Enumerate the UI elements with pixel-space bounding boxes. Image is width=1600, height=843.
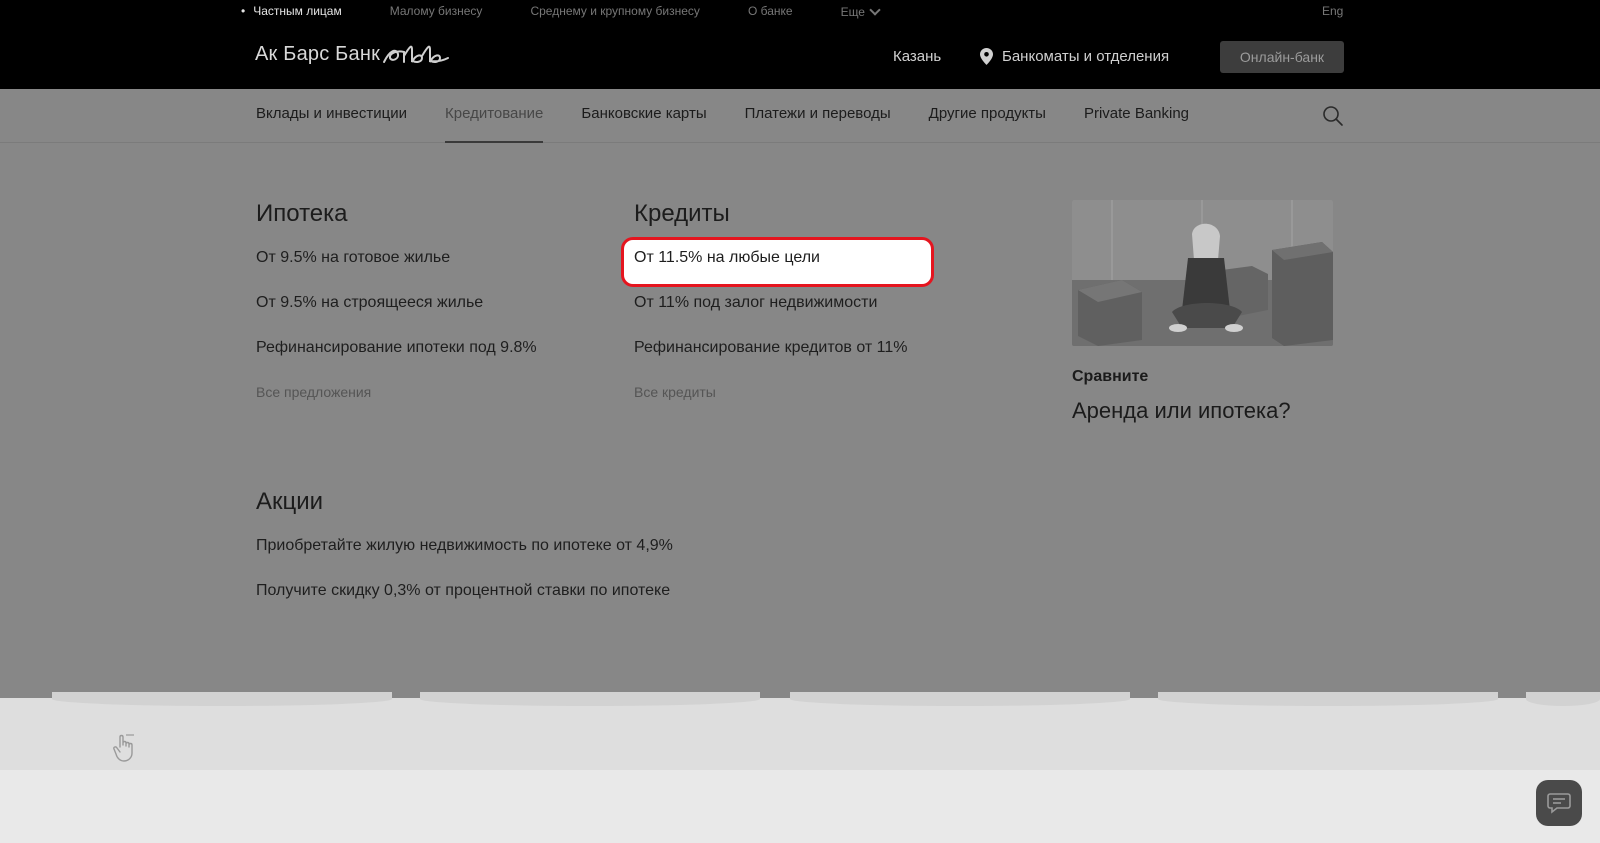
chat-button[interactable]: [1536, 780, 1582, 826]
promos-title: Акции: [256, 488, 324, 515]
nav-private-banking[interactable]: Private Banking: [1084, 89, 1189, 143]
promos-column: Акции Приобретайте жилую недвижимость по…: [256, 488, 673, 599]
promo-link-1[interactable]: Приобретайте жилую недвижимость по ипоте…: [256, 537, 673, 555]
promo-link-2[interactable]: Получите скидку 0,3% от процентной ставк…: [256, 582, 670, 600]
nav-other-products[interactable]: Другие продукты: [929, 89, 1046, 143]
logo-text: Ак Барс Банк: [255, 43, 381, 65]
feature-photo: [1072, 200, 1333, 346]
atm-link[interactable]: Банкоматы и отделения: [980, 48, 1169, 65]
nav-cards[interactable]: Банковские карты: [581, 89, 706, 143]
card-shadow: [1526, 692, 1600, 706]
language-switch[interactable]: Eng: [1322, 4, 1343, 18]
feature-title[interactable]: Аренда или ипотека?: [1072, 398, 1291, 424]
logo-signature-icon: [383, 45, 450, 63]
logo[interactable]: Ак Барс Банк: [255, 40, 452, 66]
nav-payments[interactable]: Платежи и переводы: [745, 89, 891, 143]
top-header: Частным лицам Малому бизнесу Среднему и …: [0, 0, 1600, 89]
page-content-below: [0, 692, 1600, 843]
card-shadow: [1158, 692, 1498, 706]
segment-corporate[interactable]: Среднему и крупному бизнесу: [530, 4, 700, 20]
lending-dropdown: Ипотека От 9.5% на готовое жилье От 9.5%…: [0, 143, 1600, 698]
hand-pointer-icon: [113, 734, 134, 762]
credits-link-any-purpose[interactable]: От 11.5% на любые цели: [634, 249, 820, 267]
mortgage-column: Ипотека От 9.5% на готовое жилье От 9.5%…: [256, 200, 537, 400]
cards-strip: [0, 692, 1600, 770]
segment-small-business[interactable]: Малому бизнесу: [390, 4, 483, 20]
nav-deposits[interactable]: Вклады и инвестиции: [256, 89, 407, 143]
mortgage-link-refinance[interactable]: Рефинансирование ипотеки под 9.8%: [256, 339, 537, 357]
location-pin-icon: [980, 48, 993, 65]
mortgage-title: Ипотека: [256, 200, 348, 227]
more-menu[interactable]: Еще: [840, 4, 881, 20]
mortgage-all-link[interactable]: Все предложения: [256, 384, 371, 400]
card-shadow: [52, 692, 392, 706]
mortgage-link-construction[interactable]: От 9.5% на строящееся жилье: [256, 294, 483, 312]
chat-icon: [1547, 793, 1571, 814]
mortgage-link-ready[interactable]: От 9.5% на готовое жилье: [256, 249, 450, 267]
card-shadow: [420, 692, 760, 706]
segment-about[interactable]: О банке: [748, 4, 793, 20]
credits-column: Кредиты От 11.5% на любые цели От 11% по…: [634, 200, 907, 400]
credits-title: Кредиты: [634, 200, 730, 227]
credits-link-refinance[interactable]: Рефинансирование кредитов от 11%: [634, 339, 907, 357]
city-selector[interactable]: Казань: [893, 48, 941, 65]
online-bank-button[interactable]: Онлайн-банк: [1220, 41, 1344, 73]
atm-label: Банкоматы и отделения: [1002, 48, 1170, 65]
nav-lending[interactable]: Кредитование: [444, 89, 544, 143]
feature-card[interactable]: Сравните Аренда или ипотека?: [1072, 200, 1333, 423]
search-icon[interactable]: [1322, 105, 1344, 127]
card-shadow: [790, 692, 1130, 706]
credits-all-link[interactable]: Все кредиты: [634, 384, 716, 400]
more-label: Еще: [840, 5, 865, 19]
credits-link-secured[interactable]: От 11% под залог недвижимости: [634, 294, 877, 312]
audience-segments: Частным лицам Малому бизнесу Среднему и …: [245, 4, 927, 20]
feature-label: Сравните: [1072, 368, 1149, 385]
main-nav: Вклады и инвестиции Кредитование Банковс…: [0, 89, 1600, 143]
chevron-down-icon: [869, 4, 881, 16]
segment-private[interactable]: Частным лицам: [245, 4, 342, 20]
